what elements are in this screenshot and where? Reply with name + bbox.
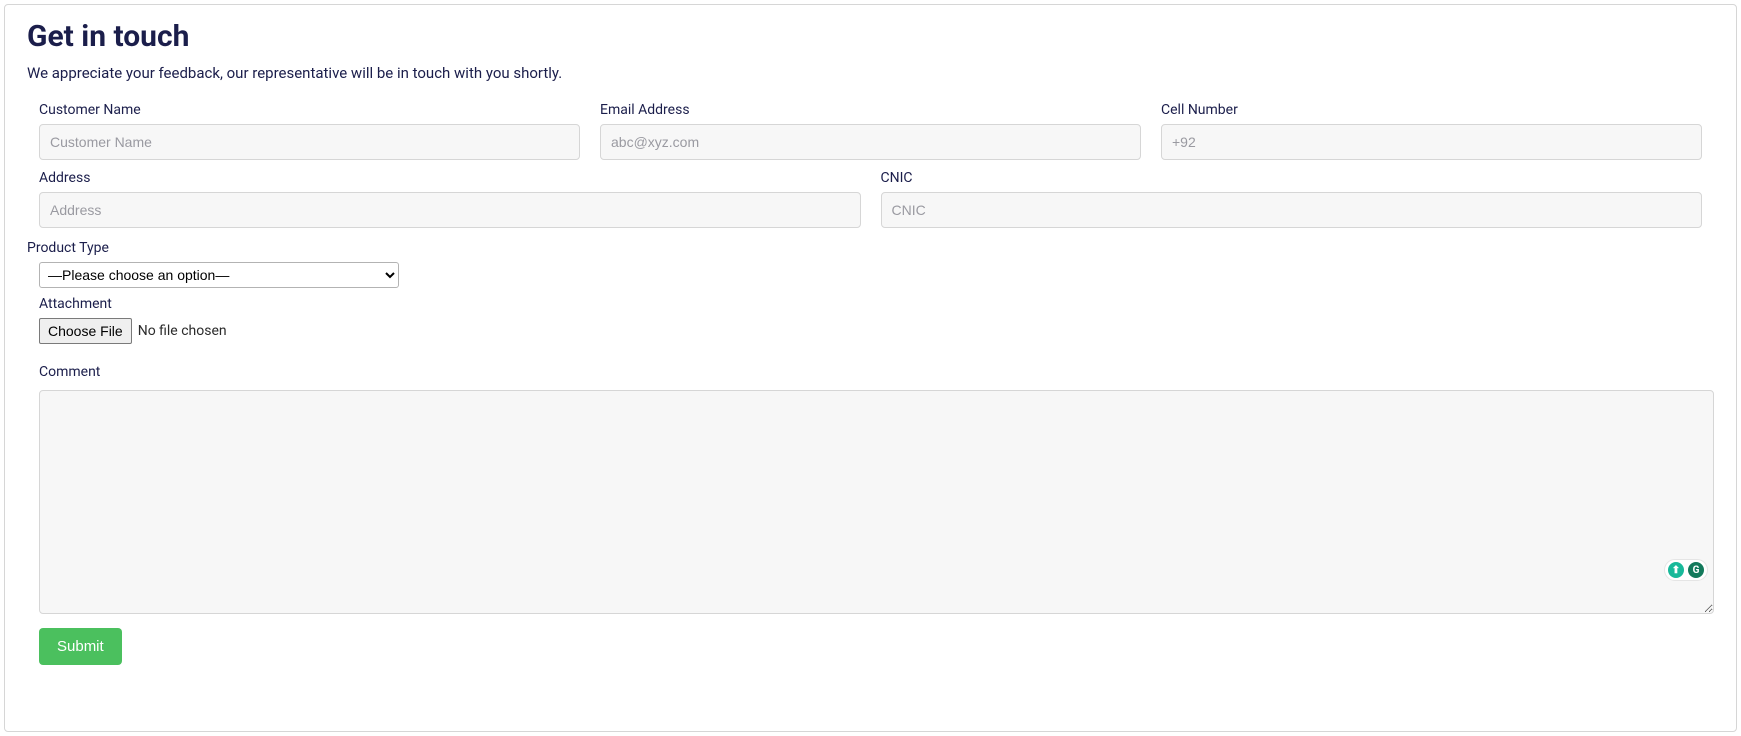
product-type-field: Product Type —Please choose an option— [27,240,1714,288]
grammarly-widget[interactable]: ⬆ G [1664,559,1708,581]
page-subtitle: We appreciate your feedback, our represe… [27,64,1714,82]
customer-name-input[interactable] [39,124,580,160]
contact-form-panel: Get in touch We appreciate your feedback… [4,4,1737,732]
cell-number-label: Cell Number [1161,102,1702,118]
cell-number-input[interactable] [1161,124,1702,160]
address-label: Address [39,170,861,186]
address-input[interactable] [39,192,861,228]
comment-textarea[interactable] [39,390,1714,614]
product-type-select[interactable]: —Please choose an option— [39,262,399,288]
cnic-label: CNIC [881,170,1703,186]
submit-button[interactable]: Submit [39,628,122,665]
cnic-input[interactable] [881,192,1703,228]
file-status-text: No file chosen [138,323,227,339]
email-label: Email Address [600,102,1141,118]
choose-file-button[interactable]: Choose File [39,318,132,344]
comment-label: Comment [39,364,1714,380]
attachment-label: Attachment [39,296,1714,312]
comment-field: Comment [27,364,1714,618]
grammarly-g-icon: G [1688,562,1704,578]
customer-name-label: Customer Name [39,102,580,118]
product-type-label: Product Type [27,240,1714,256]
attachment-field: Attachment Choose File No file chosen [27,296,1714,344]
email-input[interactable] [600,124,1141,160]
form-grid: Customer Name Email Address Cell Number … [27,102,1714,234]
grammarly-arrow-icon: ⬆ [1668,562,1684,578]
page-title: Get in touch [27,19,1714,54]
